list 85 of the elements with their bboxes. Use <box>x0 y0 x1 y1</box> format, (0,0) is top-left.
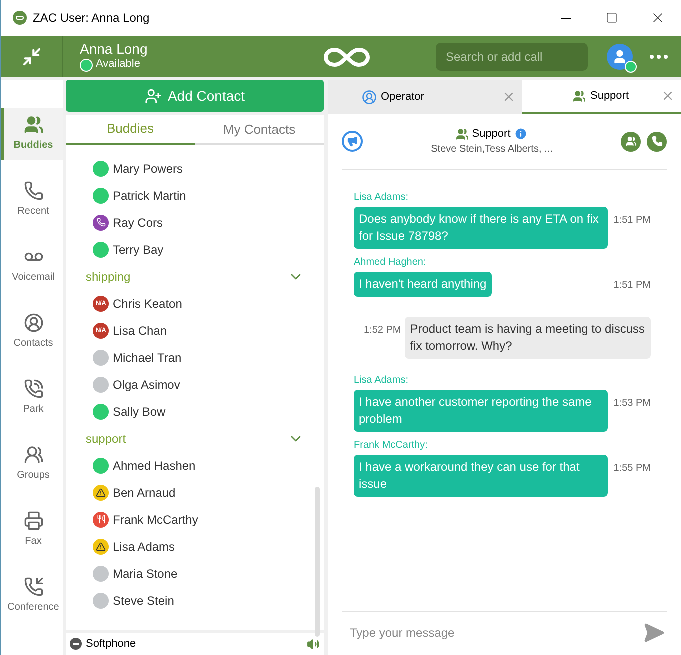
people-icon <box>24 445 44 465</box>
collapse-arrows-icon <box>22 46 42 66</box>
chat-members: Steve Stein,Tess Alberts, ... <box>431 143 553 158</box>
contact-item[interactable]: Frank McCarthy <box>93 506 304 533</box>
nav-item[interactable]: Groups <box>1 438 63 490</box>
contact-item[interactable]: Ahmed Hashen <box>93 452 304 479</box>
people-icon <box>626 136 636 147</box>
received-message: Does anybody know if there is any ETA on fix for Issue 78798? <box>354 207 608 249</box>
message-time: 1:55 PM <box>614 462 651 476</box>
status-label: Available <box>96 58 140 72</box>
available-status-icon <box>93 160 109 176</box>
received-message: I have another customer reporting the same problem <box>354 390 608 432</box>
printer-icon <box>24 511 44 531</box>
app-icon <box>13 11 27 25</box>
people-icon <box>24 115 44 135</box>
conference-button[interactable] <box>621 132 641 152</box>
people-icon <box>456 128 470 140</box>
sender-name: Lisa Adams: <box>354 191 410 205</box>
nav-item[interactable]: Contacts <box>1 306 63 358</box>
speaker-icon <box>307 638 320 650</box>
contact-item[interactable]: Terry Bay <box>93 236 304 263</box>
available-status-icon <box>93 458 109 474</box>
search-field[interactable]: Search or add call <box>436 42 588 70</box>
chat-title: Support <box>472 126 511 142</box>
offline-status-icon <box>93 566 109 582</box>
megaphone-icon <box>347 136 358 147</box>
message-time: 1:51 PM <box>614 279 651 293</box>
sent-message: Product team is having a meeting to discuss fix tomorrow. Why? <box>405 317 651 359</box>
nav-item[interactable]: Conference <box>1 570 63 622</box>
contact-item[interactable]: Ray Cors <box>93 209 304 236</box>
offline-status-icon <box>93 376 109 392</box>
received-message: I have a workaround they can use for that issue <box>354 455 608 497</box>
people-icon <box>573 90 586 102</box>
contact-item[interactable]: Maria Stone <box>93 560 304 587</box>
person-circle-icon <box>362 90 377 104</box>
warning-status-icon <box>93 538 109 554</box>
sender-name: Lisa Adams: <box>354 374 410 388</box>
on-call-status-icon <box>93 214 109 230</box>
nav-item[interactable]: Voicemail <box>1 240 63 292</box>
available-status-icon <box>93 404 109 420</box>
logo-icon <box>323 45 371 69</box>
sender-name: Ahmed Haghen: <box>354 256 428 270</box>
received-message: I haven't heard anything <box>354 272 492 297</box>
group-name: support <box>86 430 126 448</box>
available-status-icon <box>93 242 109 258</box>
contact-item[interactable]: Michael Tran <box>93 344 304 371</box>
contact-item[interactable]: Mary Powers <box>93 155 304 182</box>
phone-icon <box>652 136 662 147</box>
scrollbar[interactable] <box>315 487 320 637</box>
contact-item[interactable]: Ben Arnaud <box>93 479 304 506</box>
nav-item[interactable]: Fax <box>1 504 63 556</box>
offline-status-icon <box>93 592 109 608</box>
chat-tab[interactable]: Operator <box>328 80 522 114</box>
info-icon <box>514 127 528 141</box>
chat-tab[interactable]: Support <box>522 80 681 114</box>
user-name: Anna Long <box>80 40 148 58</box>
contact-item[interactable]: Lisa Adams <box>93 533 304 560</box>
megaphone-button[interactable] <box>342 131 363 152</box>
nav-item[interactable]: Park <box>1 372 63 424</box>
softphone-label: Softphone <box>86 636 136 652</box>
send-icon <box>643 622 665 644</box>
offline-status-icon <box>93 350 109 366</box>
maximize-icon <box>606 12 618 24</box>
contact-item[interactable]: Steve Stein <box>93 587 304 614</box>
message-time: 1:53 PM <box>614 397 651 411</box>
sender-name: Frank McCarthy: <box>354 439 429 453</box>
contact-tab[interactable]: My Contacts <box>195 115 324 145</box>
more-icon <box>650 54 668 58</box>
message-time: 1:51 PM <box>614 214 651 228</box>
contact-item[interactable]: Patrick Martin <box>93 182 304 209</box>
lunch-status-icon <box>93 512 109 528</box>
message-time: 1:52 PM <box>364 324 402 338</box>
available-status-icon <box>93 188 109 204</box>
call-button[interactable] <box>647 132 667 152</box>
contact-item[interactable]: Olga Asimov <box>93 371 304 398</box>
warning-status-icon <box>93 484 109 500</box>
group-name: shipping <box>86 268 131 286</box>
window-title: ZAC User: Anna Long <box>33 10 150 27</box>
contact-item[interactable]: Sally Bow <box>93 398 304 425</box>
message-input[interactable]: Type your message <box>342 624 641 642</box>
nav-item[interactable]: Recent <box>1 174 63 226</box>
add-person-icon <box>144 88 162 104</box>
phone-icon <box>24 181 44 201</box>
person-circle-icon <box>24 313 44 333</box>
close-tab-icon <box>661 89 675 103</box>
